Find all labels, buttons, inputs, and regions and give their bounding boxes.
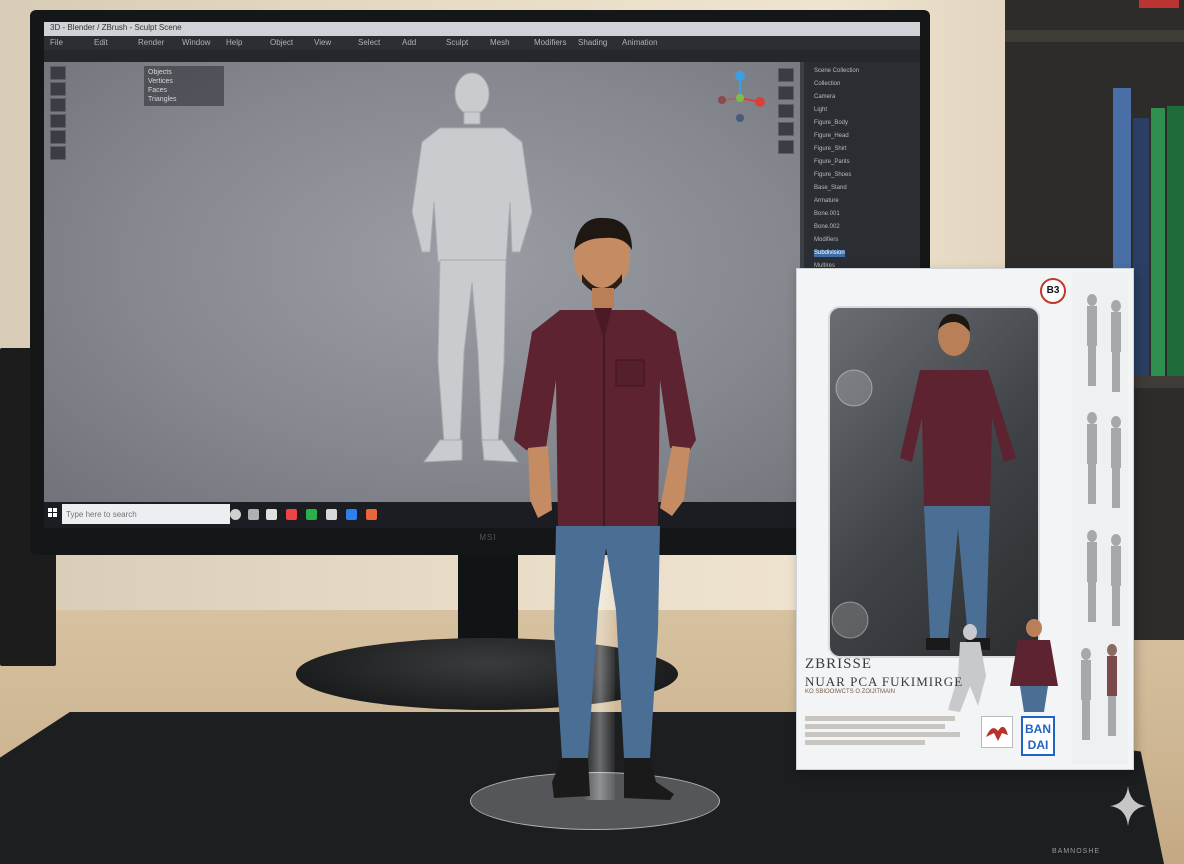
menu-item[interactable]: File — [50, 38, 63, 47]
menu-item[interactable]: Select — [358, 38, 380, 47]
taskbar-search-input[interactable] — [62, 504, 230, 524]
menu-item[interactable]: Shading — [578, 38, 607, 47]
menu-item[interactable]: Add — [402, 38, 416, 47]
viewport-stats-overlay: Objects Vertices Faces Triangles — [144, 66, 224, 106]
outliner-row[interactable]: Modifiers — [814, 237, 838, 244]
box-badge: B3 — [1040, 278, 1066, 304]
menu-item[interactable]: Window — [182, 38, 210, 47]
menu-item[interactable]: Render — [138, 38, 164, 47]
outliner-row[interactable]: Camera — [814, 94, 835, 101]
tamashii-logo-icon — [981, 716, 1013, 748]
stat-line: Triangles — [148, 96, 177, 103]
viewport-side-buttons — [778, 68, 796, 178]
navigation-gizmo-icon[interactable] — [712, 70, 768, 124]
shelf-board — [1005, 30, 1184, 42]
book — [1133, 118, 1149, 376]
app-icon[interactable] — [286, 509, 297, 520]
window-titlebar: 3D - Blender / ZBrush - Sculpt Scene — [44, 22, 920, 36]
app-icon[interactable] — [266, 509, 277, 520]
rotate-tool-icon[interactable] — [50, 82, 66, 96]
view-button-icon[interactable] — [778, 140, 794, 154]
menu-item[interactable]: Modifiers — [534, 38, 566, 47]
app-icon[interactable] — [306, 509, 317, 520]
mask-tool-icon[interactable] — [50, 146, 66, 160]
app-menubar: File Edit Render Window Help Object View Select… — [44, 36, 920, 50]
outliner-row[interactable]: Armature — [814, 198, 839, 205]
outliner-row[interactable]: Figure_Body — [814, 120, 848, 127]
move-tool-icon[interactable] — [50, 66, 66, 80]
menu-item[interactable]: Mesh — [490, 38, 510, 47]
outliner-row[interactable]: Bone.002 — [814, 224, 840, 231]
monitor-screen: 3D - Blender / ZBrush - Sculpt Scene Fil… — [44, 22, 920, 528]
menu-item[interactable]: Sculpt — [446, 38, 468, 47]
view-button-icon[interactable] — [778, 122, 794, 136]
bandai-logo-line2: DAI — [1027, 738, 1049, 752]
book — [1167, 106, 1184, 376]
menu-item[interactable]: Help — [226, 38, 242, 47]
outliner-row[interactable]: Collection — [814, 81, 840, 88]
outliner-row[interactable]: Figure_Shirt — [814, 146, 847, 153]
mousepad-brand: BAMNOSHE — [1052, 848, 1101, 855]
outliner-row[interactable]: Figure_Head — [814, 133, 849, 140]
scale-tool-icon[interactable] — [50, 98, 66, 112]
brush-tool-icon[interactable] — [50, 114, 66, 128]
box-tagline: KO SBIOOIWCTS O ZOIJITMAIN — [805, 689, 896, 695]
box-subtitle: NUAR PCA FUKIMIRGE — [805, 674, 964, 689]
bandai-logo: BAN DAI — [1021, 716, 1055, 756]
stat-line: Faces — [148, 87, 168, 94]
outliner-row[interactable]: Figure_Pants — [814, 159, 850, 166]
outliner-row[interactable]: Subdivision — [814, 250, 845, 257]
windows-start-icon[interactable] — [48, 508, 58, 518]
view-button-icon[interactable] — [778, 104, 794, 118]
outliner-row[interactable]: Light — [814, 107, 827, 114]
bandai-logo-line1: BAN — [1025, 722, 1051, 736]
book — [1139, 0, 1179, 8]
stat-line: Objects — [148, 69, 172, 76]
app-icon[interactable] — [346, 509, 357, 520]
box-side-panel — [1072, 272, 1128, 764]
menu-item[interactable]: Animation — [622, 38, 658, 47]
app-icon[interactable] — [326, 509, 337, 520]
menu-item[interactable]: Object — [270, 38, 293, 47]
menu-item[interactable]: View — [314, 38, 331, 47]
outliner-row[interactable]: Bone.001 — [814, 211, 840, 218]
app-icon[interactable] — [366, 509, 377, 520]
cortana-icon[interactable] — [230, 509, 241, 520]
outliner-row[interactable]: Scene Collection — [814, 68, 859, 75]
stat-line: Vertices — [148, 78, 173, 85]
view-button-icon[interactable] — [778, 68, 794, 82]
sculpt-toolbar — [50, 66, 66, 186]
box-description — [805, 716, 970, 748]
book — [1151, 108, 1165, 376]
window-title: 3D - Blender / ZBrush - Sculpt Scene — [50, 23, 182, 32]
app-toolbar — [44, 50, 920, 62]
outliner-row[interactable]: Figure_Shoes — [814, 172, 851, 179]
figure-toy — [514, 217, 696, 800]
os-taskbar — [44, 502, 920, 528]
taskview-icon[interactable] — [248, 509, 259, 520]
box-title: ZBRISSE — [805, 656, 873, 672]
sparkle-icon — [1110, 786, 1146, 826]
box-window — [828, 306, 1040, 658]
smooth-tool-icon[interactable] — [50, 130, 66, 144]
outliner-row[interactable]: Base_Stand — [814, 185, 847, 192]
view-button-icon[interactable] — [778, 86, 794, 100]
menu-item[interactable]: Edit — [94, 38, 108, 47]
